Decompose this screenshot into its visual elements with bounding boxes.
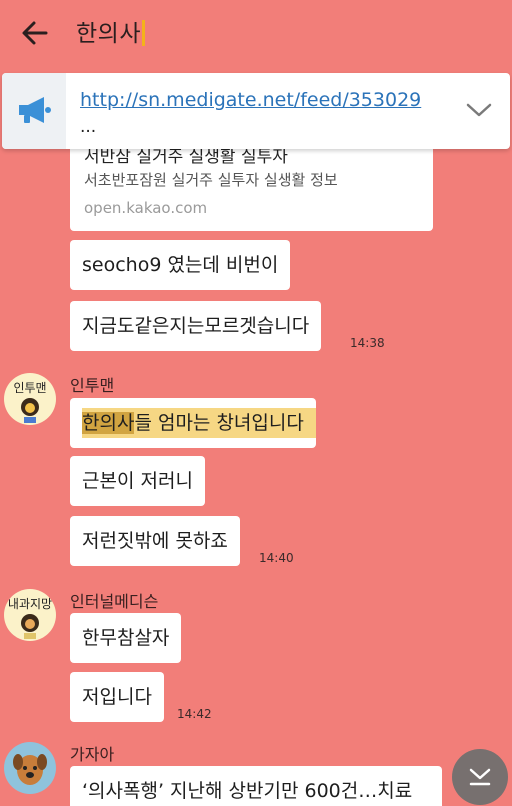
avatar[interactable] <box>4 742 56 794</box>
message-text: 한무참살자 <box>82 627 170 649</box>
message-bubble[interactable]: 저런짓밖에 못하죠 <box>70 516 240 566</box>
avatar[interactable]: 인투맨 <box>4 373 56 425</box>
message-text: 들 엄마는 창녀입니다 <box>134 412 304 434</box>
message-bubble[interactable]: 한의사들 엄마는 창녀입니다 <box>70 398 316 448</box>
message-text: ‘의사폭행’ 지난해 상반기만 600건…치료 <box>82 780 413 802</box>
megaphone-icon <box>19 97 51 123</box>
arrow-left-icon <box>22 21 48 45</box>
message-bubble[interactable]: 한무참살자 <box>70 613 182 663</box>
sender-name: 인터널메디슨 <box>70 592 159 611</box>
message-time: 14:40 <box>259 551 294 565</box>
card-description: 서초반포잠원 실거주 실투자 실생활 정보 <box>84 171 338 189</box>
character-icon <box>21 398 39 423</box>
chevron-down-icon[interactable] <box>464 98 494 122</box>
avatar[interactable]: 내과지망 <box>4 589 56 641</box>
message-text: 저런짓밖에 못하죠 <box>82 530 228 552</box>
message-bubble[interactable]: 근본이 저러니 <box>70 456 205 506</box>
search-input[interactable]: 한의사 <box>76 14 145 48</box>
sender-name: 가자아 <box>70 745 115 764</box>
message-time: 14:38 <box>350 336 385 350</box>
message-text: 지금도같은지는모르겟습니다 <box>82 315 310 337</box>
search-match: 한의사 <box>82 412 135 434</box>
search-header: 한의사 <box>0 0 512 66</box>
scroll-to-bottom-button[interactable] <box>452 749 508 805</box>
highlighted-message: 한의사들 엄마는 창녀입니다 <box>82 408 316 438</box>
message-bubble[interactable]: 저입니다 <box>70 672 164 722</box>
notice-link[interactable]: http://sn.medigate.net/feed/353029 <box>80 89 421 111</box>
sender-name: 인투맨 <box>70 376 115 395</box>
message-bubble[interactable]: 지금도같은지는모르겟습니다 <box>70 301 322 351</box>
card-domain: open.kakao.com <box>84 199 208 217</box>
pinned-notice[interactable]: http://sn.medigate.net/feed/353029 ... <box>2 73 510 149</box>
back-button[interactable] <box>18 16 52 50</box>
message-time: 14:42 <box>177 707 212 721</box>
message-text: 근본이 저러니 <box>82 470 193 492</box>
text-caret <box>141 20 145 46</box>
message-bubble[interactable]: ‘의사폭행’ 지난해 상반기만 600건…치료 <box>70 766 442 806</box>
message-text: 저입니다 <box>82 686 152 708</box>
character-icon <box>21 614 39 639</box>
dog-character-icon <box>13 754 47 785</box>
message-bubble[interactable]: seocho9 였는데 비번이 <box>70 240 291 290</box>
search-query: 한의사 <box>76 21 141 47</box>
scroll-to-bottom-icon <box>469 768 491 786</box>
message-text: seocho9 였는데 비번이 <box>82 254 279 276</box>
notice-ellipsis: ... <box>80 117 97 137</box>
notice-icon-area <box>2 73 66 149</box>
